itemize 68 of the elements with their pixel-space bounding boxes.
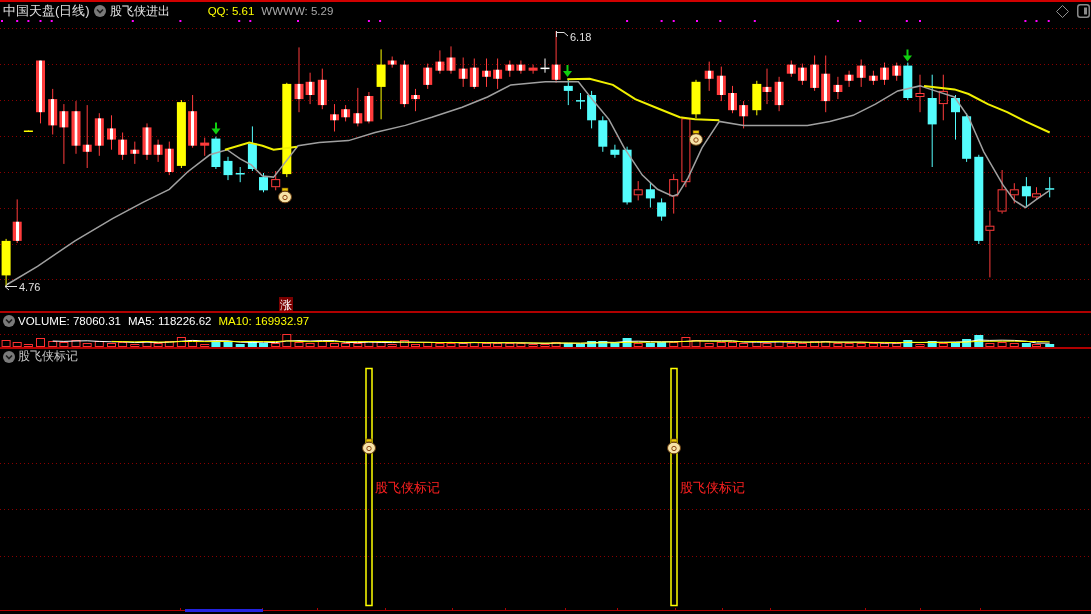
falling-volume-bar — [927, 341, 937, 347]
falling-volume-bar — [610, 343, 620, 347]
falling-candle — [1045, 176, 1055, 198]
indicator-value: WWWW: 5.29 — [261, 5, 334, 17]
falling-candle — [563, 78, 573, 106]
chevron-circle-icon[interactable] — [3, 315, 15, 327]
falling-candle — [223, 156, 233, 181]
falling-volume-bar — [1045, 344, 1055, 347]
falling-volume-bar — [974, 335, 984, 347]
signal-candle — [376, 48, 386, 120]
falling-volume-bar — [223, 342, 233, 347]
money-bag-icon — [667, 438, 681, 455]
falling-candle — [235, 166, 245, 183]
falling-candle — [657, 197, 667, 222]
rise-badge: 涨 — [279, 297, 293, 311]
falling-candle — [576, 92, 585, 110]
falling-volume-bar — [903, 340, 913, 347]
chevron-circle-icon[interactable] — [93, 5, 106, 17]
falling-volume-bar — [962, 339, 972, 347]
signal-candle — [691, 79, 701, 119]
falling-candle — [247, 125, 257, 172]
signal-label: 股飞侠标记 — [375, 480, 440, 495]
falling-candle — [951, 94, 960, 141]
down-arrow-icon — [211, 121, 221, 135]
falling-volume-bar — [645, 343, 655, 347]
panel-title: 股飞侠标记 — [18, 348, 78, 365]
falling-volume-bar — [576, 344, 585, 347]
money-bag-icon — [278, 187, 292, 204]
doji-candle — [540, 58, 550, 74]
leader-arrow — [4, 282, 18, 291]
falling-volume-bar — [235, 344, 245, 347]
falling-volume-bar — [259, 343, 268, 347]
high-price-label: 6.18 — [570, 31, 592, 43]
falling-volume-bar — [1021, 343, 1031, 347]
down-arrow-icon — [903, 48, 912, 62]
falling-candle — [587, 90, 597, 129]
falling-volume-bar — [657, 342, 667, 347]
falling-candle — [610, 144, 620, 159]
falling-volume-bar — [951, 342, 960, 347]
diamond-icon[interactable] — [1056, 4, 1069, 18]
chevron-circle-icon[interactable] — [3, 350, 15, 363]
down-arrow-icon — [563, 64, 572, 77]
falling-candle — [211, 136, 221, 170]
money-bag-icon — [689, 130, 703, 146]
indicator-name: 股飞侠进出 — [109, 2, 170, 20]
falling-volume-bar — [622, 338, 632, 347]
signal-candle — [1, 238, 11, 288]
falling-candle — [645, 181, 655, 208]
volume-value: MA5: 118226.62 — [127, 315, 212, 327]
falling-volume-bar — [211, 341, 221, 347]
leader-line — [556, 30, 569, 38]
falling-candle — [622, 146, 632, 205]
indicator-value: QQ: 5.61 — [207, 5, 255, 17]
low-price-label: 4.76 — [19, 280, 41, 293]
money-bag-icon — [362, 438, 376, 455]
signal-candle — [176, 99, 186, 169]
falling-candle — [903, 62, 913, 101]
falling-candle — [259, 172, 268, 193]
volume-value: MA10: 169932.97 — [218, 315, 310, 327]
falling-volume-bar — [247, 341, 257, 347]
falling-volume-bar — [563, 343, 573, 347]
chart-title: 中国天盘(日线) — [3, 2, 90, 20]
signal-label: 股飞侠标记 — [680, 480, 745, 495]
panel-toggle-icon[interactable] — [1077, 4, 1090, 18]
signal-candle — [752, 80, 762, 116]
falling-candle — [1021, 176, 1031, 208]
volume-value: VOLUME: 78060.31 — [18, 315, 121, 327]
falling-candle — [598, 115, 608, 153]
